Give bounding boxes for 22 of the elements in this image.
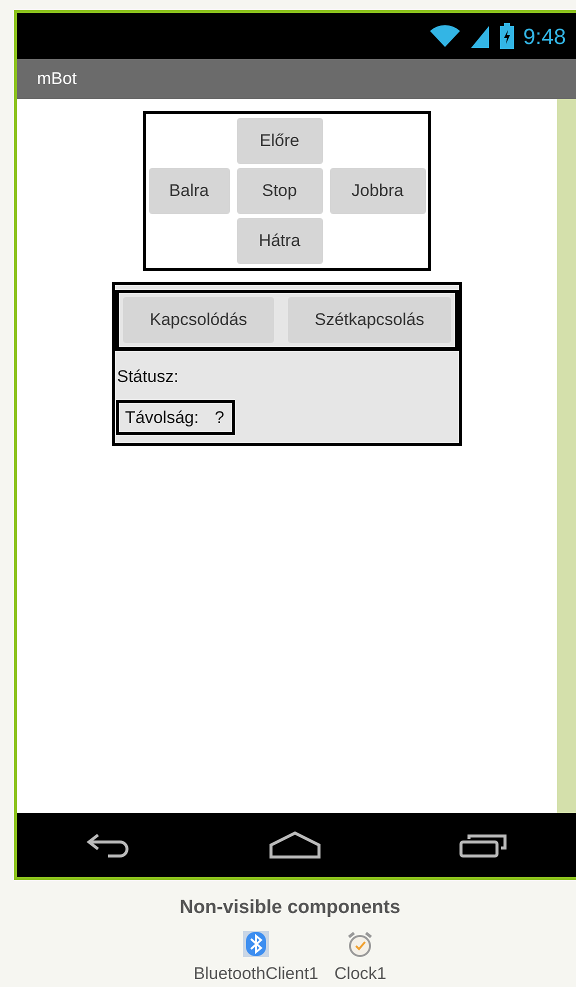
app-title: mBot (37, 68, 77, 90)
control-button[interactable]: Stop (236, 168, 322, 214)
clock-time: 9:48 (523, 22, 566, 50)
wifi-icon (429, 24, 462, 48)
recent-apps-icon[interactable] (459, 832, 508, 858)
bluetooth-icon (243, 930, 269, 956)
control-button[interactable]: Jobbra (330, 168, 426, 214)
component-label: Clock1 (334, 962, 386, 984)
distance-label: Távolság: (125, 406, 199, 428)
control-button[interactable]: Előre (236, 118, 322, 164)
component-label: BluetoothClient1 (194, 962, 318, 984)
control-button[interactable]: Kapcsolódás (123, 297, 274, 343)
control-button[interactable]: Balra (148, 168, 230, 214)
distance-value: ? (214, 406, 224, 428)
status-label: Státusz: (117, 367, 178, 386)
alarm-clock-icon (347, 930, 374, 956)
section-title: Non-visible components (180, 896, 400, 920)
signal-icon (469, 24, 492, 48)
control-button[interactable]: Szétkapcsolás (288, 297, 451, 343)
control-button[interactable]: Hátra (236, 218, 322, 264)
home-icon[interactable] (269, 831, 322, 859)
battery-icon (499, 23, 516, 49)
